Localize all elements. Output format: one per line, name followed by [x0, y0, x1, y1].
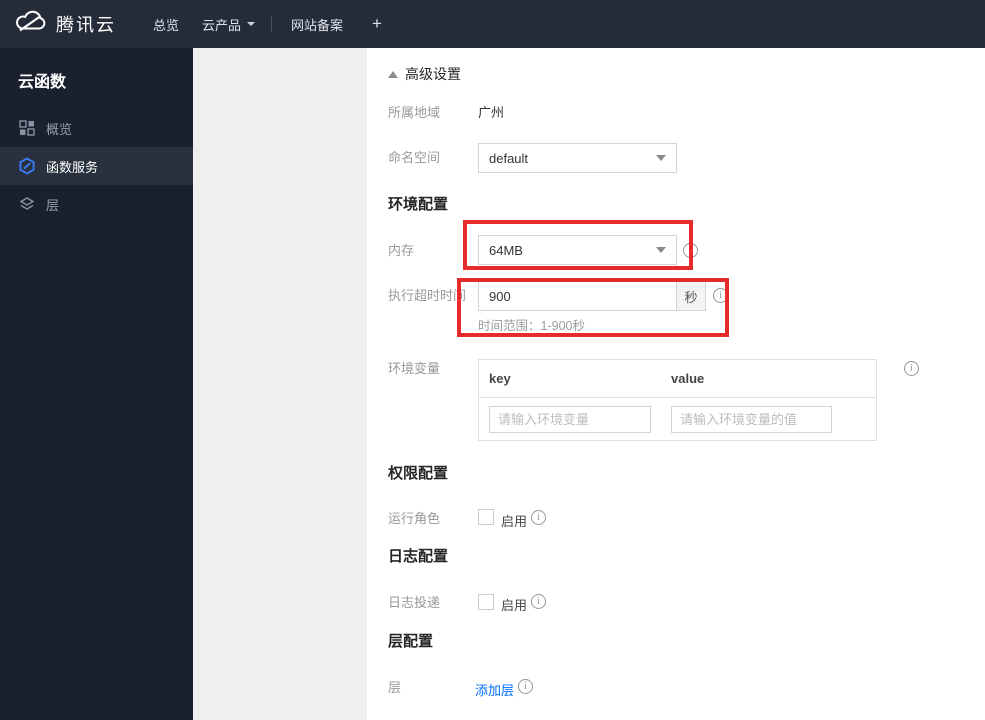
topnav-add-button[interactable]: + — [372, 14, 382, 34]
triangle-up-icon — [388, 70, 398, 78]
brand-name: 腾讯云 — [56, 15, 116, 35]
sidebar-item-label: 概览 — [46, 121, 73, 137]
brand-logo[interactable]: 腾讯云 — [13, 9, 116, 39]
sidebar-item-function-service[interactable]: 函数服务 — [0, 147, 193, 185]
topnav-divider — [271, 16, 273, 32]
sidebar-title: 云函数 — [18, 74, 67, 91]
timeout-range-hint: 时间范围：1-900秒 — [478, 319, 585, 333]
sidebar-item-label: 函数服务 — [46, 159, 99, 175]
grid-icon — [18, 119, 36, 137]
log-delivery-enable-label: 启用 — [501, 598, 528, 613]
layer-label: 层 — [388, 680, 402, 695]
memory-label: 内存 — [388, 243, 415, 258]
env-config-title: 环境配置 — [388, 196, 449, 213]
env-vars-header-row: key value — [479, 360, 876, 398]
layer-config-title: 层配置 — [388, 633, 434, 650]
advanced-settings-label: 高级设置 — [405, 66, 461, 82]
timeout-input[interactable] — [478, 281, 677, 311]
function-hexagon-icon — [18, 157, 36, 175]
function-config-form: 高级设置 所属地域 广州 命名空间 default 环境配置 内存 64MB 执… — [367, 48, 985, 720]
memory-select[interactable]: 64MB — [478, 235, 677, 265]
namespace-select-value: default — [489, 150, 529, 166]
tencent-cloud-console: 腾讯云 总览 云产品 网站备案 + 云函数 概览 函数服务 层 高级设置 所属地… — [0, 0, 985, 720]
add-layer-link[interactable]: 添加层 — [475, 680, 514, 699]
layer-info-icon[interactable] — [518, 679, 533, 694]
log-delivery-info-icon[interactable] — [531, 594, 546, 609]
env-var-key-input[interactable] — [489, 406, 651, 433]
topnav-cloud-products[interactable]: 云产品 — [202, 15, 256, 34]
run-role-enable-label: 启用 — [501, 514, 528, 529]
log-delivery-checkbox[interactable] — [478, 594, 494, 610]
env-vars-table: key value — [478, 359, 877, 441]
region-label: 所属地域 — [388, 105, 441, 120]
topnav-overview[interactable]: 总览 — [153, 15, 179, 34]
env-vars-info-icon[interactable] — [904, 361, 919, 376]
top-bar: 腾讯云 总览 云产品 网站备案 + — [0, 0, 985, 48]
env-vars-key-header: key — [489, 371, 511, 386]
timeout-input-group: 秒 — [478, 281, 706, 311]
chevron-down-icon — [656, 155, 666, 161]
log-delivery-label: 日志投递 — [388, 595, 441, 610]
sidebar-item-layers[interactable]: 层 — [0, 185, 193, 223]
region-value: 广州 — [478, 105, 505, 120]
tencent-cloud-logo-icon — [13, 9, 47, 39]
run-role-checkbox[interactable] — [478, 509, 494, 525]
memory-info-icon[interactable] — [683, 243, 698, 258]
run-role-info-icon[interactable] — [531, 510, 546, 525]
env-vars-input-row — [479, 398, 876, 441]
log-config-title: 日志配置 — [388, 548, 449, 565]
namespace-label: 命名空间 — [388, 150, 441, 165]
env-vars-value-header: value — [671, 371, 705, 386]
sidebar-menu: 概览 函数服务 层 — [0, 109, 193, 223]
memory-select-value: 64MB — [489, 242, 523, 258]
env-var-value-input[interactable] — [671, 406, 832, 433]
permission-config-title: 权限配置 — [388, 465, 449, 482]
collapsed-panel — [193, 48, 367, 720]
timeout-unit-suffix: 秒 — [676, 281, 706, 311]
topnav-icp-filing[interactable]: 网站备案 — [291, 15, 343, 34]
timeout-label: 执行超时时间 — [388, 288, 467, 303]
sidebar-item-overview[interactable]: 概览 — [0, 109, 193, 147]
timeout-info-icon[interactable] — [713, 288, 728, 303]
chevron-down-icon — [656, 247, 666, 253]
namespace-select[interactable]: default — [478, 143, 677, 173]
advanced-settings-toggle[interactable]: 高级设置 — [388, 64, 461, 84]
sidebar-item-label: 层 — [46, 197, 60, 213]
topnav-cloud-products-label: 云产品 — [202, 17, 242, 33]
sidebar: 云函数 概览 函数服务 层 — [0, 48, 193, 720]
run-role-label: 运行角色 — [388, 511, 441, 526]
chevron-down-icon — [247, 22, 256, 26]
layers-icon — [18, 195, 36, 213]
env-vars-label: 环境变量 — [388, 361, 441, 376]
